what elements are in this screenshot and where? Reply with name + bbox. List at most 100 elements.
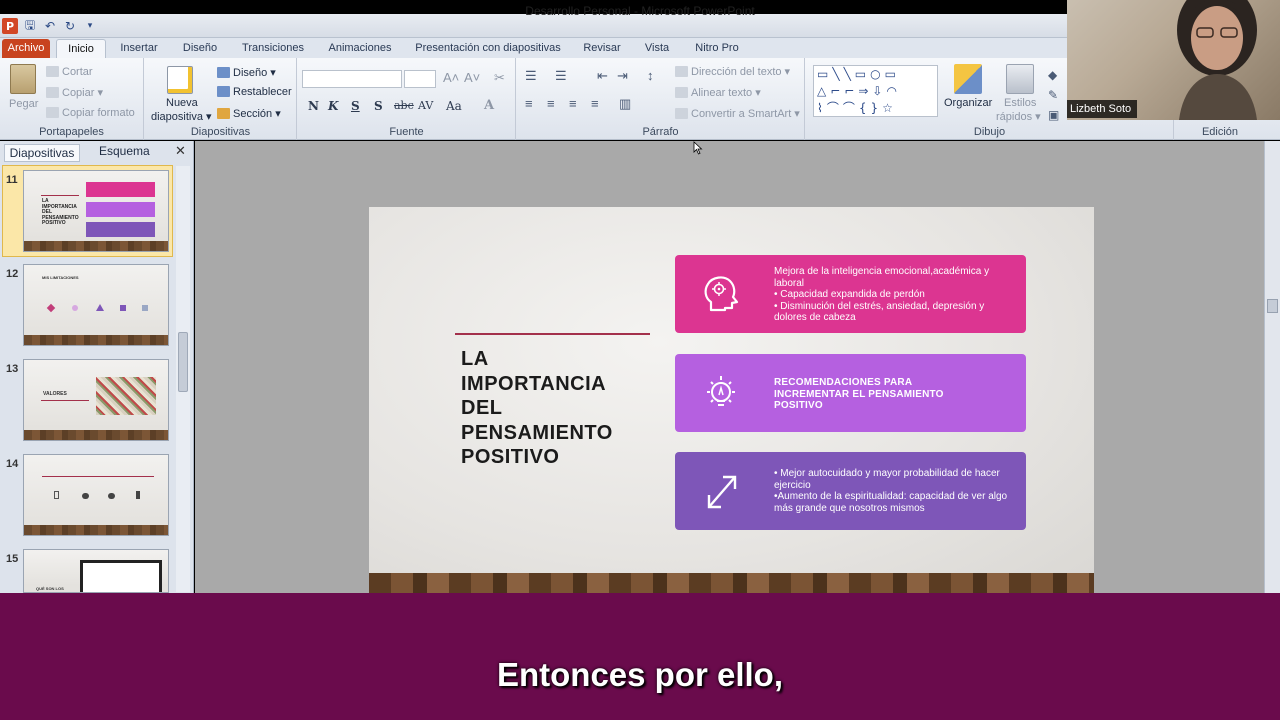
arrange-button[interactable]: Organizar — [944, 97, 992, 109]
columns-icon[interactable]: ▥ — [619, 96, 631, 112]
tab-presentacion[interactable]: Presentación con diapositivas — [412, 39, 564, 58]
growth-text: • Mejor autocuidado y mayor probabilidad… — [774, 468, 1019, 514]
shrink-font-icon[interactable]: A˅ — [464, 70, 480, 85]
tab-diseno[interactable]: Diseño — [176, 39, 224, 58]
quick-styles-label[interactable]: Estilos — [1004, 97, 1036, 109]
grow-font-icon[interactable]: A˄ — [443, 70, 459, 85]
slide-thumbnail-11[interactable]: LA IMPORTANCIA DEL PENSAMIENTO POSITIVO — [23, 170, 169, 252]
copy-icon — [46, 87, 59, 98]
arrange-icon[interactable] — [954, 64, 982, 94]
tab-archivo[interactable]: Archivo — [2, 39, 50, 58]
tab-insertar[interactable]: Insertar — [114, 39, 164, 58]
benefits-line: laboral — [774, 277, 805, 289]
align-left-icon[interactable]: ≡ — [525, 96, 533, 111]
numbering-icon[interactable]: ☰ — [555, 68, 567, 84]
tab-revisar[interactable]: Revisar — [580, 39, 624, 58]
main-scroll-thumb[interactable] — [1267, 299, 1278, 313]
align-text-button[interactable]: Alinear texto ▾ — [675, 86, 761, 99]
align-center-icon[interactable]: ≡ — [547, 96, 555, 111]
brush-icon — [46, 107, 59, 118]
recommendations-text: RECOMENDACIONES PARA INCREMENTAR EL PENS… — [774, 377, 1019, 412]
thumbnail-number: 13 — [6, 363, 19, 375]
recommendations-card[interactable]: RECOMENDACIONES PARA INCREMENTAR EL PENS… — [675, 354, 1026, 432]
undo-icon[interactable]: ↶ — [42, 18, 58, 34]
underline-button[interactable]: S — [351, 99, 360, 113]
line-spacing-icon[interactable]: ↕ — [647, 68, 654, 83]
section-button[interactable]: Sección ▾ — [217, 107, 281, 120]
shape-outline-icon[interactable]: ✎ — [1048, 88, 1058, 102]
tab-nitro-pro[interactable]: Nitro Pro — [690, 39, 744, 58]
new-slide-icon[interactable] — [167, 66, 193, 94]
growth-card[interactable]: • Mejor autocuidado y mayor probabilidad… — [675, 452, 1026, 530]
slide-thumbnail-14[interactable] — [23, 454, 169, 536]
cut-label: Cortar — [62, 66, 93, 78]
copy-button[interactable]: Copiar ▾ — [46, 86, 103, 99]
save-icon[interactable]: 🖫 — [22, 18, 38, 34]
change-case-button[interactable]: Aa — [446, 99, 462, 113]
benefits-text: Mejora de la inteligencia emocional,acad… — [774, 266, 1019, 324]
reset-button[interactable]: Restablecer — [217, 86, 292, 98]
align-text-label: Alinear texto — [691, 87, 753, 99]
text-direction-button[interactable]: Dirección del texto ▾ — [675, 65, 790, 78]
growth-line: • Mejor autocuidado y mayor probabilidad… — [774, 468, 1000, 479]
char-spacing-button[interactable]: AV — [418, 99, 433, 112]
pane-scrollbar[interactable] — [176, 166, 190, 592]
tab-transiciones[interactable]: Transiciones — [238, 39, 308, 58]
thumbnail-number: 11 — [6, 174, 18, 186]
growth-line: ejercicio — [774, 479, 811, 491]
slide-thumbnail-12[interactable]: MIS LIMITACIONES — [23, 264, 169, 346]
new-slide-label[interactable]: Nueva — [166, 97, 198, 109]
tab-esquema[interactable]: Esquema — [99, 144, 150, 158]
tab-inicio[interactable]: Inicio — [56, 39, 106, 58]
font-color-button[interactable]: A — [484, 98, 494, 113]
layout-button[interactable]: Diseño ▾ — [217, 66, 276, 79]
thumb-card-3 — [86, 222, 155, 237]
paste-button[interactable]: Pegar — [9, 98, 38, 110]
bullets-icon[interactable]: ☰ — [525, 68, 537, 84]
slide-title[interactable]: LA IMPORTANCIA DEL PENSAMIENTO POSITIVO — [461, 347, 681, 470]
tab-diapositivas[interactable]: Diapositivas — [4, 144, 80, 162]
thumb-title: QUÉ SON LOS — [36, 586, 64, 591]
justify-icon[interactable]: ≡ — [591, 96, 599, 111]
shapes-gallery[interactable]: ▭╲╲▭○▭ △⌐⌐⇒⇩◠ ⌇⌒⌒{}☆ — [813, 65, 938, 117]
italic-button[interactable]: K — [328, 99, 338, 113]
smartart-button[interactable]: Convertir a SmartArt ▾ — [675, 107, 800, 120]
format-painter-button[interactable]: Copiar formato — [46, 107, 135, 119]
cut-button[interactable]: Cortar — [46, 66, 93, 78]
clear-format-icon[interactable]: ✂ — [494, 70, 505, 86]
growth-line: •Aumento de la espiritualidad: capacidad… — [774, 491, 1008, 502]
customize-qat-icon[interactable]: ▾ — [82, 18, 98, 34]
quick-styles-label-2[interactable]: rápidos ▾ — [996, 110, 1041, 123]
decrease-indent-icon[interactable]: ⇤ — [597, 68, 608, 84]
shape-fill-icon[interactable]: ◆ — [1048, 68, 1057, 82]
powerpoint-logo-icon[interactable]: P — [2, 18, 18, 34]
quick-styles-label-2-text: rápidos — [996, 111, 1033, 123]
new-slide-label-2[interactable]: diapositiva ▾ — [151, 110, 212, 123]
bold-button[interactable]: N — [308, 99, 319, 113]
shadow-button[interactable]: S — [374, 99, 383, 113]
thumbnail-number: 12 — [6, 268, 19, 280]
strikethrough-button[interactable]: abc — [394, 99, 414, 112]
font-size-select[interactable] — [404, 70, 436, 88]
slide-thumbnail-13[interactable]: VALORES — [23, 359, 169, 441]
current-slide[interactable]: LA IMPORTANCIA DEL PENSAMIENTO POSITIVO … — [369, 207, 1094, 593]
tab-vista[interactable]: Vista — [640, 39, 674, 58]
shape-effects-icon[interactable]: ▣ — [1048, 108, 1059, 122]
slide-thumbnail-15[interactable]: QUÉ SON LOS — [23, 549, 169, 593]
align-right-icon[interactable]: ≡ — [569, 96, 577, 111]
font-name-select[interactable] — [302, 70, 402, 88]
tab-animaciones[interactable]: Animaciones — [324, 39, 396, 58]
benefits-card[interactable]: Mejora de la inteligencia emocional,acad… — [675, 255, 1026, 333]
section-icon — [217, 108, 230, 119]
paste-icon[interactable] — [10, 64, 36, 94]
quick-styles-icon[interactable] — [1006, 64, 1034, 94]
pane-scroll-thumb[interactable] — [178, 332, 188, 392]
redo-icon[interactable]: ↻ — [62, 18, 78, 34]
ribbon-tabs: Archivo Inicio Insertar Diseño Transicio… — [0, 38, 1067, 58]
thumb-rule — [41, 195, 79, 196]
close-pane-icon[interactable]: ✕ — [175, 144, 186, 159]
increase-indent-icon[interactable]: ⇥ — [617, 68, 628, 84]
main-scrollbar[interactable] — [1264, 141, 1280, 593]
thumb-floor — [24, 525, 168, 535]
benefits-line: • Capacidad expandida de perdón — [774, 289, 925, 300]
